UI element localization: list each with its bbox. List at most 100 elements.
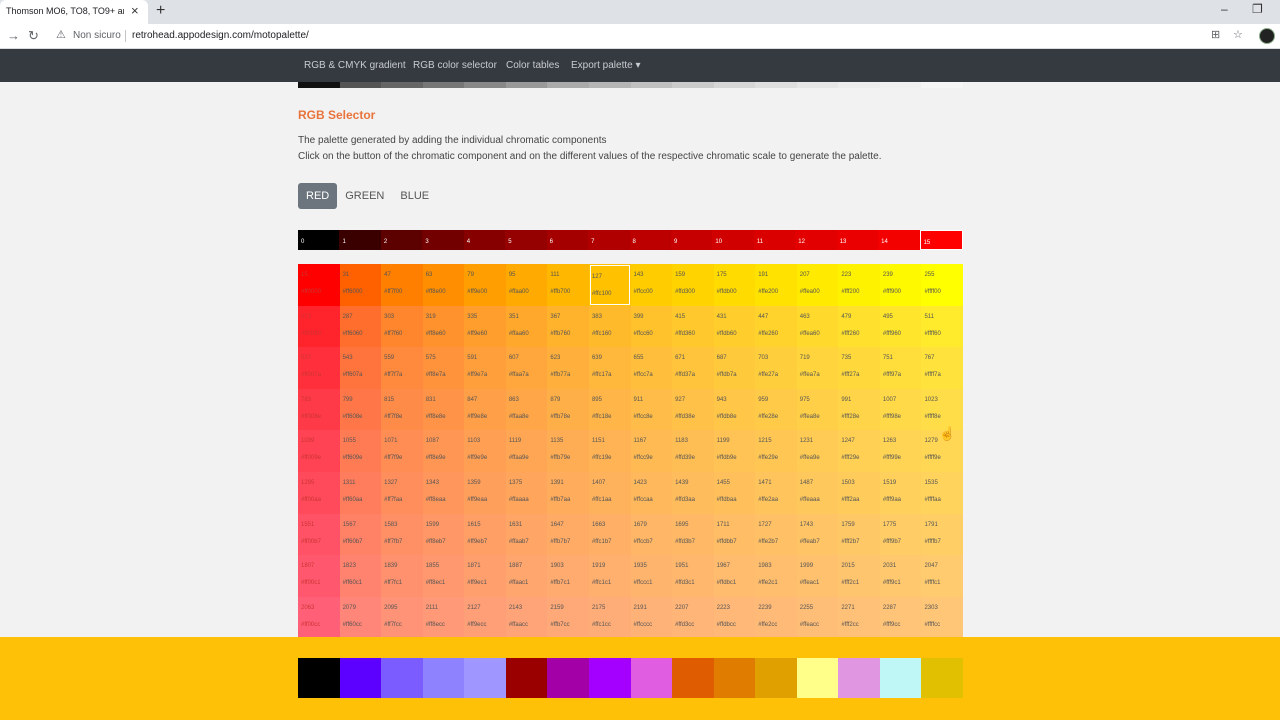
grid-cell[interactable]: 1135 #ffb79e bbox=[547, 430, 589, 472]
grid-cell[interactable]: 1903 #ffb7c1 bbox=[547, 555, 589, 597]
red-scale-step[interactable]: 4 bbox=[463, 230, 506, 250]
nav-rgb-color-selector[interactable]: RGB color selector bbox=[413, 60, 497, 71]
grid-cell[interactable]: 1663 #ffc1b7 bbox=[588, 513, 631, 556]
grid-cell[interactable]: 2047 #ffffc1 bbox=[921, 555, 963, 597]
green-button[interactable]: GREEN bbox=[337, 183, 392, 209]
grid-cell[interactable]: 1023 #ffff8e bbox=[921, 388, 963, 431]
grid-cell[interactable]: 1775 #fff9b7 bbox=[879, 513, 922, 556]
grid-cell[interactable]: 463 #ffea60 bbox=[796, 305, 839, 348]
grid-cell[interactable]: 2191 #ffcccc bbox=[630, 596, 673, 637]
grid-cell[interactable]: 559 #ff7f7a bbox=[381, 347, 423, 389]
omnibox[interactable]: ⚠ Non sicuro retrohead.appodesign.com/mo… bbox=[52, 26, 1232, 46]
grid-cell[interactable]: 2095 #ff7fcc bbox=[381, 596, 423, 637]
red-scale-step[interactable]: 9 bbox=[670, 230, 713, 250]
grid-cell[interactable]: 2303 #ffffcc bbox=[921, 596, 963, 637]
palette-swatch[interactable] bbox=[422, 658, 465, 698]
grid-cell[interactable]: 591 #ff9e7a bbox=[464, 347, 506, 389]
palette-swatch[interactable] bbox=[547, 658, 589, 698]
grid-cell[interactable]: 975 #ffea8e bbox=[796, 388, 839, 431]
browser-tab[interactable]: Thomson MO6, TO8, TO9+ and C × bbox=[0, 0, 148, 24]
grid-cell[interactable]: 399 #ffcc60 bbox=[630, 305, 673, 348]
grid-cell[interactable]: 1359 #ff9eaa bbox=[464, 471, 506, 514]
grid-cell[interactable]: 1343 #ff8eaa bbox=[422, 471, 465, 514]
grid-cell[interactable]: 911 #ffcc8e bbox=[630, 388, 673, 431]
red-scale-step[interactable]: 7 bbox=[588, 230, 630, 250]
red-scale-step[interactable]: 10 bbox=[712, 230, 754, 250]
grid-cell[interactable]: 831 #ff8e8e bbox=[422, 388, 465, 431]
blue-button[interactable]: BLUE bbox=[392, 183, 437, 209]
grid-cell[interactable]: 783 #ff008e bbox=[298, 388, 340, 431]
grid-cell[interactable]: 1215 #ffe29e bbox=[755, 430, 797, 472]
grid-cell[interactable]: 2223 #ffdbcc bbox=[713, 596, 756, 637]
red-button[interactable]: RED bbox=[298, 183, 338, 209]
grid-cell[interactable]: 847 #ff9e8e bbox=[464, 388, 506, 431]
grid-cell[interactable]: 1247 #fff29e bbox=[838, 430, 880, 472]
grid-cell[interactable]: 2287 #fff9cc bbox=[879, 596, 922, 637]
palette-swatch[interactable] bbox=[464, 658, 506, 698]
grid-cell[interactable]: 1455 #ffdbaa bbox=[713, 471, 756, 514]
bookmark-star-icon[interactable]: ☆ bbox=[1233, 28, 1243, 41]
grid-cell[interactable]: 2143 #ffaacc bbox=[505, 596, 548, 637]
grid-cell[interactable]: 447 #ffe260 bbox=[755, 305, 797, 348]
grid-cell[interactable]: 159 #ffd300 bbox=[672, 264, 714, 306]
back-icon[interactable]: → bbox=[7, 28, 20, 43]
grid-cell[interactable]: 1007 #fff98e bbox=[879, 388, 922, 431]
grid-cell[interactable]: 1151 #ffc19e bbox=[588, 430, 631, 472]
grid-cell[interactable]: 431 #ffdb60 bbox=[713, 305, 756, 348]
grid-cell[interactable]: 1375 #ffaaaa bbox=[505, 471, 548, 514]
grid-cell[interactable]: 1871 #ff9ec1 bbox=[464, 555, 506, 597]
grid-cell[interactable]: 2175 #ffc1cc bbox=[588, 596, 631, 637]
grid-cell[interactable]: 2271 #fff2cc bbox=[838, 596, 880, 637]
grid-cell[interactable]: 1039 #ff009e bbox=[298, 430, 340, 472]
grid-cell[interactable]: 1263 #fff99e bbox=[879, 430, 922, 472]
palette-swatch[interactable] bbox=[505, 658, 548, 698]
grid-cell[interactable]: 95 #ffaa00 bbox=[505, 264, 548, 306]
grid-cell[interactable]: 191 #ffe200 bbox=[755, 264, 797, 306]
grid-cell[interactable]: 1951 #ffd3c1 bbox=[672, 555, 714, 597]
red-scale-step[interactable]: 2 bbox=[380, 230, 423, 250]
grid-cell[interactable]: 1711 #ffdbb7 bbox=[713, 513, 756, 556]
red-scale-step[interactable]: 3 bbox=[422, 230, 464, 250]
grid-cell[interactable]: 1487 #ffeaaa bbox=[796, 471, 839, 514]
grid-cell[interactable]: 2255 #ffeacc bbox=[796, 596, 839, 637]
grid-cell[interactable]: 1887 #ffaac1 bbox=[505, 555, 548, 597]
grid-cell[interactable]: 879 #ffb78e bbox=[547, 388, 589, 431]
palette-swatch[interactable] bbox=[838, 658, 880, 698]
grid-cell[interactable]: 2063 #ff00cc bbox=[298, 596, 340, 637]
palette-swatch[interactable] bbox=[672, 658, 714, 698]
palette-swatch[interactable] bbox=[298, 658, 340, 698]
grid-cell[interactable]: 255 #ffff00 bbox=[921, 264, 963, 306]
grid-cell[interactable]: 1327 #ff7faa bbox=[381, 471, 423, 514]
red-scale-step[interactable]: 14 bbox=[878, 230, 920, 250]
grid-cell[interactable]: 143 #ffcc00 bbox=[630, 264, 673, 306]
grid-cell[interactable]: 367 #ffb760 bbox=[547, 305, 589, 348]
red-scale-step[interactable]: 8 bbox=[629, 230, 671, 250]
grid-cell[interactable]: 31 #ff6000 bbox=[339, 264, 382, 306]
grid-cell[interactable]: 2207 #ffd3cc bbox=[672, 596, 714, 637]
grid-cell[interactable]: 1295 #ff00aa bbox=[298, 471, 340, 514]
grid-cell[interactable]: 2159 #ffb7cc bbox=[547, 596, 589, 637]
palette-swatch[interactable] bbox=[713, 658, 756, 698]
grid-cell[interactable]: 799 #ff608e bbox=[339, 388, 382, 431]
grid-cell[interactable]: 751 #fff97a bbox=[879, 347, 922, 389]
red-scale-step[interactable]: 5 bbox=[505, 230, 547, 250]
grid-cell[interactable]: 991 #fff28e bbox=[838, 388, 880, 431]
grid-cell[interactable]: 607 #ffaa7a bbox=[505, 347, 548, 389]
grid-cell[interactable]: 863 #ffaa8e bbox=[505, 388, 548, 431]
grid-cell[interactable]: 207 #ffea00 bbox=[796, 264, 839, 306]
minimize-icon[interactable]: – bbox=[1221, 2, 1228, 16]
red-scale-step[interactable]: 11 bbox=[753, 230, 796, 250]
grid-cell[interactable]: 687 #ffdb7a bbox=[713, 347, 756, 389]
grid-cell[interactable]: 287 #ff6060 bbox=[339, 305, 382, 348]
grid-cell[interactable]: 1167 #ffcc9e bbox=[630, 430, 673, 472]
grid-cell[interactable]: 1583 #ff7fb7 bbox=[381, 513, 423, 556]
red-scale-step[interactable]: 0 bbox=[298, 230, 340, 250]
new-tab-icon[interactable]: + bbox=[156, 2, 165, 20]
grid-cell[interactable]: 655 #ffcc7a bbox=[630, 347, 673, 389]
grid-cell[interactable]: 943 #ffdb8e bbox=[713, 388, 756, 431]
grid-cell[interactable]: 1599 #ff8eb7 bbox=[422, 513, 465, 556]
red-scale-step[interactable]: 1 bbox=[339, 230, 381, 250]
palette-swatch[interactable] bbox=[796, 658, 839, 698]
grid-cell[interactable]: 479 #fff260 bbox=[838, 305, 880, 348]
grid-cell[interactable]: 1471 #ffe2aa bbox=[755, 471, 797, 514]
